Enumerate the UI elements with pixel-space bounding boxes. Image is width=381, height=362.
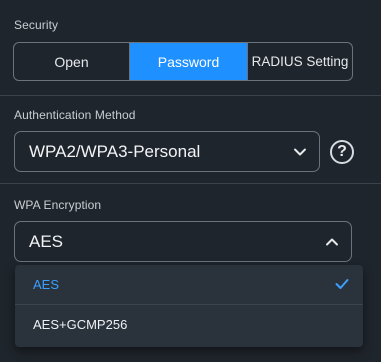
dropdown-option-aes-gcmp256[interactable]: AES+GCMP256 — [15, 305, 363, 343]
help-circle-icon[interactable]: ? — [330, 140, 354, 164]
option-label: AES — [33, 276, 60, 292]
security-segmented-control: Open Password RADIUS Setting — [13, 42, 353, 81]
security-option-radius-setting[interactable]: RADIUS Setting — [247, 43, 352, 80]
security-option-open[interactable]: Open — [14, 43, 130, 80]
authentication-method-select[interactable]: WPA2/WPA3-Personal — [14, 131, 320, 172]
help-symbol: ? — [337, 143, 347, 160]
wpa-encryption-value: AES — [29, 231, 64, 251]
security-label: Security — [14, 18, 59, 32]
chevron-up-icon — [326, 238, 338, 245]
divider — [0, 183, 381, 184]
divider — [0, 95, 381, 96]
check-icon — [335, 279, 349, 289]
wpa-encryption-select[interactable]: AES — [14, 221, 352, 262]
authentication-method-value: WPA2/WPA3-Personal — [29, 141, 201, 161]
authentication-method-label: Authentication Method — [14, 108, 136, 122]
security-option-password[interactable]: Password — [130, 43, 247, 80]
chevron-down-icon — [294, 148, 306, 155]
option-label: AES+GCMP256 — [33, 316, 128, 332]
dropdown-option-aes[interactable]: AES — [15, 265, 363, 303]
wpa-encryption-label: WPA Encryption — [14, 198, 102, 212]
wpa-encryption-dropdown: AES AES+GCMP256 — [15, 265, 363, 347]
